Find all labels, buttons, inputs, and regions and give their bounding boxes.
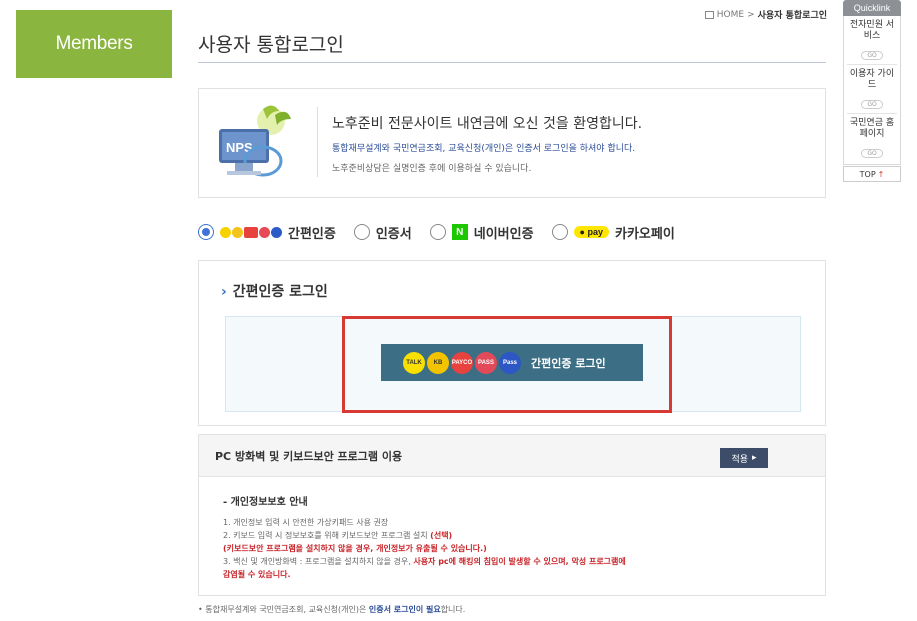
privacy-item-3-text: 3. 백신 및 개인방화벽 : 프로그램을 설치하지 않을 경우, <box>223 557 411 566</box>
welcome-heading: 노후준비 전문사이트 내연금에 오신 것을 환영합니다. <box>332 116 643 132</box>
quicklink-list: 전자민원 서비스 GO 이용자 가이드 GO 국민연금 홈페이지 GO <box>843 16 901 165</box>
quicklink-item[interactable]: 국민연금 홈페이지 GO <box>847 118 897 162</box>
method-simple-auth[interactable]: 간편인증 <box>198 223 336 242</box>
pc-security-panel: PC 방화벽 및 키보드보안 프로그램 이용 적용 ▸ - 개인정보보호 안내 … <box>198 434 826 596</box>
samsung-pass-icon <box>271 226 282 238</box>
breadcrumb: HOME > 사용자 통합로그인 <box>704 8 827 21</box>
privacy-item-2-optional: (선택) <box>430 531 453 540</box>
pc-security-title: PC 방화벽 및 키보드보안 프로그램 이용 <box>215 450 403 463</box>
privacy-item-2: 2. 키보드 입력 시 정보보호를 위해 키보드보안 프로그램 설치 (선택) <box>223 529 825 542</box>
quicklink-item-label: 전자민원 서비스 <box>849 20 895 41</box>
radio-naver[interactable] <box>429 224 446 240</box>
kakaopay-icon-text: pay <box>587 227 603 237</box>
top-button-label: TOP <box>859 169 876 179</box>
radio-certificate[interactable] <box>353 224 370 240</box>
simple-auth-login-button-label: 간편인증 로그인 <box>531 356 606 370</box>
privacy-item-1: 1. 개인정보 입력 시 안전한 가상키패드 사용 권장 <box>223 518 389 527</box>
title-divider <box>198 62 826 63</box>
arrow-up-icon: ↑ <box>877 169 885 179</box>
breadcrumb-home[interactable]: HOME <box>717 10 744 20</box>
apply-button-label: 적용 <box>731 454 749 465</box>
method-naver[interactable]: N 네이버인증 <box>429 223 534 242</box>
btn-pass-icon: PASS <box>475 351 497 374</box>
privacy-item-3-warning: 사용자 pc에 해킹의 침입이 발생할 수 있으며, 악성 프로그램에 <box>413 557 626 566</box>
quicklink-item-label: 국민연금 홈페이지 <box>849 118 895 139</box>
apply-button[interactable]: 적용 ▸ <box>720 448 768 468</box>
simple-auth-provider-icons <box>220 226 283 238</box>
quicklink-title: Quicklink <box>843 0 901 16</box>
btn-kb-icon: KB <box>427 351 449 374</box>
simple-auth-title: › 간편인증 로그인 <box>221 281 328 301</box>
login-method-group: 간편인증 인증서 N 네이버인증 ● pay 카카오페이 <box>198 222 693 242</box>
welcome-divider <box>317 107 318 177</box>
breadcrumb-separator: > <box>747 9 755 20</box>
footer-note: • 통합재무설계와 국민연금조회, 교육신청(개인)은 인증서 로그인이 필요합… <box>198 604 465 615</box>
privacy-heading: - 개인정보보호 안내 <box>223 497 308 508</box>
page-title: 사용자 통합로그인 <box>198 34 344 56</box>
members-banner: Members <box>16 10 172 78</box>
pass-icon <box>259 226 270 238</box>
method-kakaopay-label: 카카오페이 <box>615 226 675 242</box>
method-simple-auth-label: 간편인증 <box>288 226 336 242</box>
btn-kakao-talk-icon: TALK <box>403 351 425 374</box>
quicklink-go-button[interactable]: GO <box>861 100 883 109</box>
quicklink-go-button[interactable]: GO <box>861 149 883 158</box>
quicklink-panel: Quicklink 전자민원 서비스 GO 이용자 가이드 GO 국민연금 홈페… <box>843 0 901 165</box>
privacy-notice: - 개인정보보호 안내 1. 개인정보 입력 시 안전한 가상키패드 사용 권장… <box>199 477 825 581</box>
footer-note-prefix: • 통합재무설계와 국민연금조회, 교육신청(개인)은 <box>198 605 369 614</box>
naver-icon: N <box>451 224 468 240</box>
welcome-line-1: 통합재무설계와 국민연금조회, 교육신청(개인)은 인증서 로그인을 하셔야 합… <box>332 144 636 154</box>
pc-security-header: PC 방화벽 및 키보드보안 프로그램 이용 적용 ▸ <box>199 435 825 477</box>
kb-icon <box>232 226 243 238</box>
quicklink-go-button[interactable]: GO <box>861 51 883 60</box>
privacy-item-3-warning-cont: 감염될 수 있습니다. <box>223 570 291 579</box>
footer-note-suffix: 합니다. <box>440 605 466 614</box>
quicklink-item[interactable]: 전자민원 서비스 GO <box>847 20 897 65</box>
simple-auth-panel: › 간편인증 로그인 TALK KB PAYCO PASS Pass 간편인증 로… <box>198 260 826 426</box>
welcome-box: NPS 노후준비 전문사이트 내연금에 오신 것을 환영합니다. 통합재무설계와… <box>198 88 826 198</box>
method-certificate-label: 인증서 <box>375 226 412 242</box>
play-arrow-icon: ▸ <box>752 453 757 463</box>
simple-auth-title-text: 간편인증 로그인 <box>232 284 328 300</box>
simple-auth-login-button[interactable]: TALK KB PAYCO PASS Pass 간편인증 로그인 <box>381 344 643 381</box>
btn-samsung-pass-icon: Pass <box>499 351 521 374</box>
kakao-talk-icon <box>220 226 231 238</box>
method-naver-label: 네이버인증 <box>473 226 534 242</box>
quicklink-item[interactable]: 이용자 가이드 GO <box>847 69 897 114</box>
quicklink-item-label: 이용자 가이드 <box>849 69 895 90</box>
btn-payco-icon: PAYCO <box>451 351 473 374</box>
privacy-item-2-warning: (키보드보안 프로그램을 설치하지 않을 경우, 개인정보가 유출될 수 있습니… <box>223 544 487 553</box>
method-kakaopay[interactable]: ● pay 카카오페이 <box>551 223 675 242</box>
top-button[interactable]: TOP ↑ <box>843 166 901 182</box>
breadcrumb-current: 사용자 통합로그인 <box>757 11 827 21</box>
footer-note-highlight: 인증서 로그인이 필요 <box>368 605 441 614</box>
chevron-right-icon: › <box>221 284 227 300</box>
privacy-item-3: 3. 백신 및 개인방화벽 : 프로그램을 설치하지 않을 경우, 사용자 pc… <box>223 555 825 568</box>
privacy-item-2-text: 2. 키보드 입력 시 정보보호를 위해 키보드보안 프로그램 설치 <box>223 531 428 540</box>
kakaopay-icon: ● pay <box>573 226 609 238</box>
radio-simple-auth[interactable] <box>198 224 214 240</box>
home-icon <box>704 10 714 19</box>
welcome-line-2: 노후준비상담은 실명인증 후에 이용하실 수 있습니다. <box>332 164 532 174</box>
nps-logo-icon: NPS <box>219 105 291 177</box>
radio-kakaopay[interactable] <box>551 224 568 240</box>
method-certificate[interactable]: 인증서 <box>353 223 412 242</box>
payco-icon <box>244 226 258 238</box>
